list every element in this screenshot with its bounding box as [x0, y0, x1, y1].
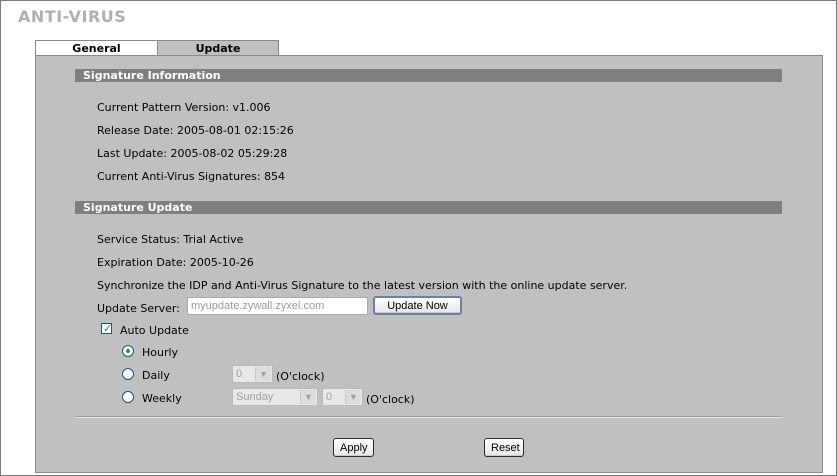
signature-update-header: Signature Update	[75, 201, 782, 214]
update-server-input[interactable]: myupdate.zywall.zyxel.com	[187, 297, 368, 315]
weekly-day-select[interactable]: Sunday ▼	[232, 388, 318, 406]
sync-description: Synchronize the IDP and Anti-Virus Signa…	[97, 279, 628, 292]
service-status: Service Status: Trial Active	[97, 233, 244, 246]
chevron-down-icon: ▼	[345, 390, 361, 404]
reset-button[interactable]: Reset	[484, 438, 524, 457]
hourly-radio[interactable]	[122, 345, 134, 357]
chevron-down-icon: ▼	[255, 367, 271, 381]
weekly-day-value: Sunday	[236, 391, 274, 403]
update-server-label: Update Server:	[97, 302, 180, 315]
current-pattern-version: Current Pattern Version: v1.006	[97, 101, 271, 114]
weekly-radio[interactable]	[122, 391, 134, 403]
hourly-label: Hourly	[142, 346, 179, 359]
current-signatures: Current Anti-Virus Signatures: 854	[97, 170, 286, 183]
daily-radio[interactable]	[122, 368, 134, 380]
update-panel: Signature Information Current Pattern Ve…	[35, 55, 823, 473]
chevron-down-icon: ▼	[300, 390, 316, 404]
daily-hour-select[interactable]: 0 ▼	[232, 365, 273, 383]
radio-selected-icon	[126, 349, 130, 353]
auto-update-label: Auto Update	[120, 324, 189, 337]
apply-button[interactable]: Apply	[333, 438, 374, 457]
update-now-button[interactable]: Update Now	[373, 296, 462, 315]
tab-general[interactable]: General	[35, 40, 158, 56]
checkmark-icon: ✓	[103, 322, 113, 335]
release-date: Release Date: 2005-08-01 02:15:26	[97, 124, 294, 137]
daily-label: Daily	[142, 369, 170, 382]
weekly-oclock-label: (O'clock)	[366, 393, 415, 406]
page-title: ANTI-VIRUS	[18, 7, 127, 26]
window-frame: ANTI-VIRUS General Update Signature Info…	[0, 0, 837, 476]
weekly-hour-value: 0	[326, 391, 333, 403]
daily-hour-value: 0	[236, 368, 243, 380]
section-divider	[75, 416, 782, 418]
auto-update-checkbox[interactable]: ✓	[101, 322, 113, 335]
signature-information-header: Signature Information	[75, 69, 782, 82]
tab-update[interactable]: Update	[157, 40, 279, 56]
weekly-label: Weekly	[142, 392, 182, 405]
expiration-date: Expiration Date: 2005-10-26	[97, 256, 254, 269]
last-update: Last Update: 2005-08-02 05:29:28	[97, 147, 288, 160]
weekly-hour-select[interactable]: 0 ▼	[322, 388, 363, 406]
daily-oclock-label: (O'clock)	[276, 370, 325, 383]
